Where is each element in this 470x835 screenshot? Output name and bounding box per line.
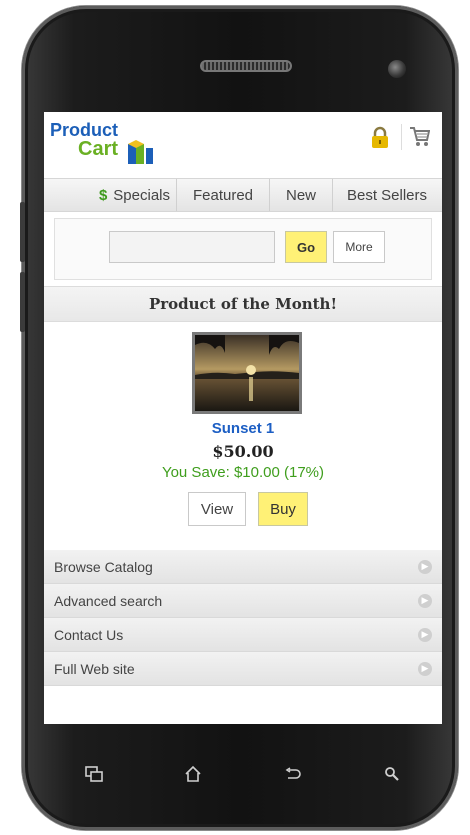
menu-item-label: Advanced search	[54, 592, 163, 609]
top-bar: Product Cart	[44, 112, 442, 178]
windows-icon[interactable]	[79, 759, 109, 789]
logo-text-cart: Cart	[78, 138, 119, 160]
tab-new-label: New	[285, 186, 316, 204]
productcart-logo[interactable]: Product Cart	[50, 120, 170, 172]
tab-specials-label: Specials	[113, 186, 170, 204]
phone-screen: Product Cart $ Specials Featured New Bes…	[44, 112, 442, 724]
cart-icon[interactable]	[408, 124, 431, 153]
android-nav-bar	[44, 744, 442, 804]
buy-button[interactable]: Buy	[258, 492, 308, 526]
search-input[interactable]	[109, 231, 275, 263]
chevron-right-icon: ▶	[418, 627, 432, 642]
home-icon[interactable]	[178, 759, 208, 789]
search-icon[interactable]	[377, 759, 407, 789]
back-icon[interactable]	[278, 759, 308, 789]
product-thumbnail[interactable]	[192, 332, 302, 414]
featured-product: Sunset 1 $50.00 You Save: $10.00 (17%) V…	[44, 322, 442, 542]
menu-item-browse-catalog[interactable]: Browse Catalog ▶	[44, 550, 442, 584]
tab-featured[interactable]: Featured	[177, 179, 270, 211]
product-savings: You Save: $10.00 (17%)	[161, 464, 325, 481]
logo-box-icon	[128, 140, 153, 164]
product-name-link[interactable]: Sunset 1	[44, 420, 442, 437]
nav-menu: Browse Catalog ▶ Advanced search ▶ Conta…	[44, 550, 442, 686]
menu-item-label: Contact Us	[54, 626, 124, 643]
dollar-icon: $	[98, 186, 108, 204]
search-panel: Go More	[54, 218, 432, 280]
menu-item-label: Full Web site	[54, 660, 135, 677]
chevron-right-icon: ▶	[418, 593, 432, 608]
header-divider	[401, 124, 402, 150]
speaker-grille	[200, 60, 292, 72]
chevron-right-icon: ▶	[418, 559, 432, 574]
tab-best-sellers[interactable]: Best Sellers	[333, 179, 441, 211]
volume-button	[20, 202, 25, 262]
tab-new[interactable]: New	[270, 179, 333, 211]
chevron-right-icon: ▶	[418, 661, 432, 676]
product-price: $50.00	[212, 442, 274, 461]
power-button	[20, 272, 25, 332]
tab-featured-label: Featured	[192, 186, 254, 204]
more-button[interactable]: More	[333, 231, 385, 263]
menu-item-label: Browse Catalog	[54, 558, 153, 575]
menu-item-full-web-site[interactable]: Full Web site ▶	[44, 652, 442, 686]
product-of-month-heading: Product of the Month!	[44, 286, 442, 322]
go-button[interactable]: Go	[285, 231, 327, 263]
lock-icon[interactable]	[370, 126, 390, 155]
category-tabs: $ Specials Featured New Best Sellers	[44, 178, 442, 212]
view-button[interactable]: View	[188, 492, 246, 526]
menu-item-contact-us[interactable]: Contact Us ▶	[44, 618, 442, 652]
menu-item-advanced-search[interactable]: Advanced search ▶	[44, 584, 442, 618]
tab-specials[interactable]: $ Specials	[44, 179, 177, 211]
front-camera	[388, 60, 406, 78]
tab-best-sellers-label: Best Sellers	[346, 186, 428, 204]
